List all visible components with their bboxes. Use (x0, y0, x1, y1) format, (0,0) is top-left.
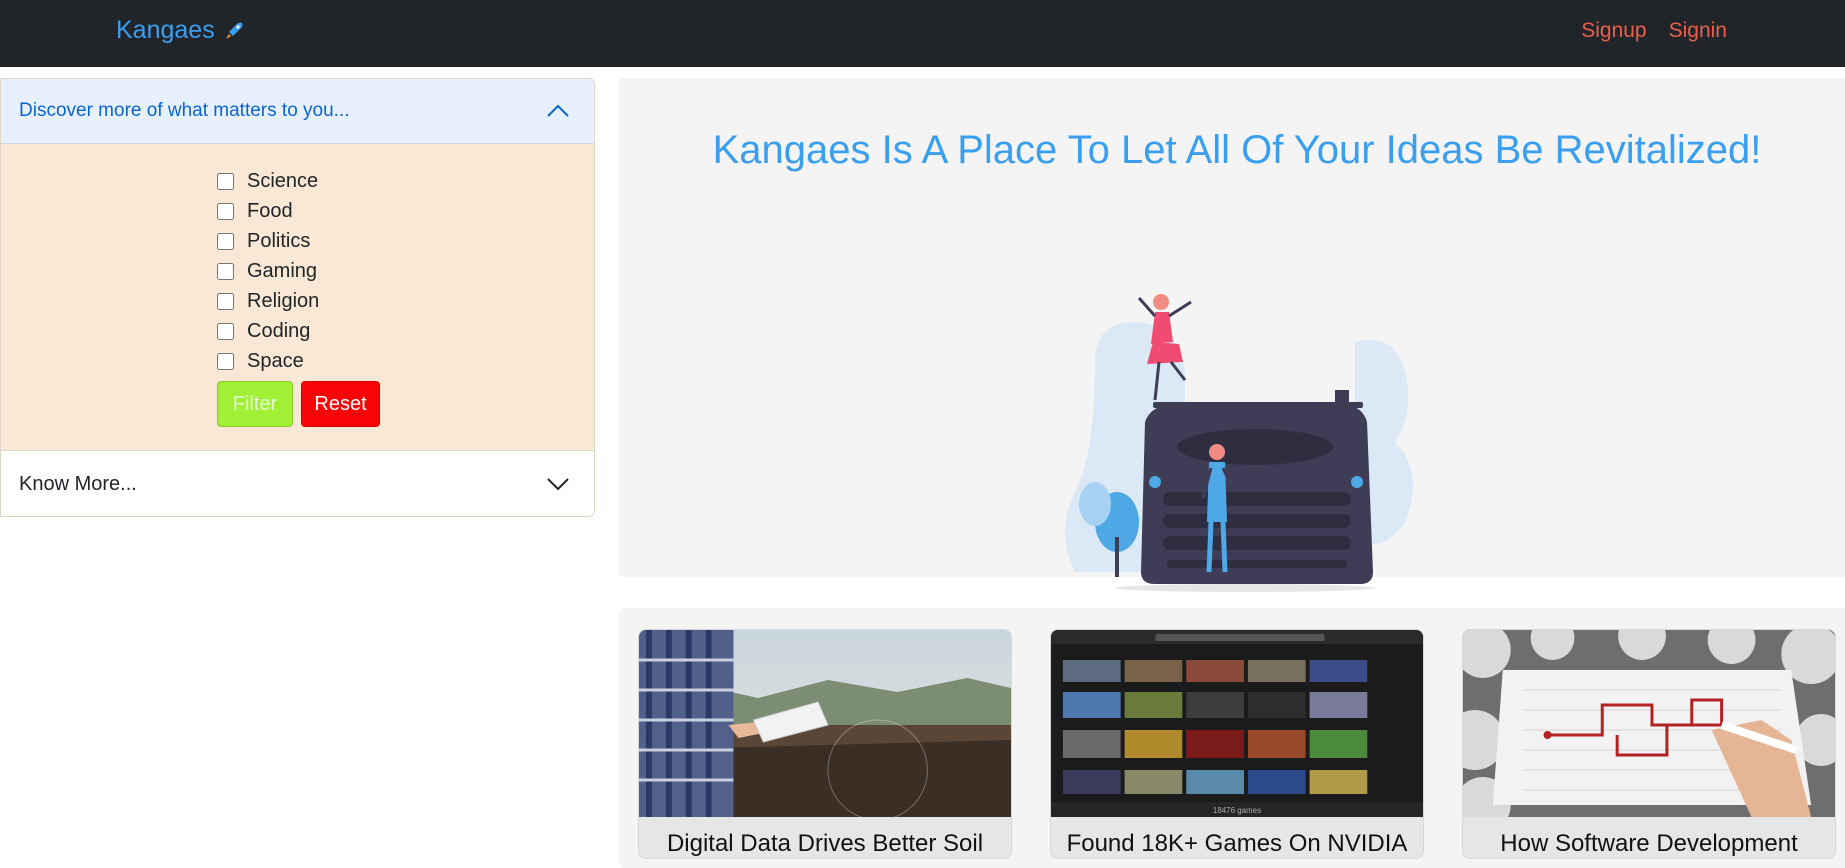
rocket-icon (225, 22, 243, 39)
article-card[interactable]: How Software Development (1462, 629, 1836, 859)
category-checkbox[interactable] (217, 262, 234, 280)
category-checkbox[interactable] (217, 292, 234, 310)
category-label: Coding (247, 319, 311, 342)
category-list: Science Food Politics Gaming Religion Co… (217, 166, 319, 376)
category-checkbox[interactable] (217, 322, 234, 340)
category-item-science[interactable]: Science (217, 166, 319, 196)
category-checkbox[interactable] (217, 172, 234, 190)
category-label: Politics (247, 229, 311, 252)
article-title: Found 18K+ Games On NVIDIA (1066, 830, 1408, 857)
article-image-maze (1463, 630, 1835, 833)
category-item-politics[interactable]: Politics (217, 226, 319, 256)
category-label: Science (247, 169, 319, 192)
hero-title: Kangaes Is A Place To Let All Of Your Id… (712, 128, 1762, 172)
know-more-title: Know More... (19, 472, 137, 495)
category-item-gaming[interactable]: Gaming (217, 256, 319, 286)
category-label: Gaming (247, 259, 318, 282)
games-count-caption: 18476 games (1213, 806, 1261, 815)
typewriter-illustration (1065, 294, 1413, 592)
signup-link[interactable]: Signup (1581, 19, 1646, 43)
discover-accordion-body: Science Food Politics Gaming Religion Co… (1, 144, 594, 451)
category-item-religion[interactable]: Religion (217, 286, 319, 316)
discover-accordion-header[interactable]: Discover more of what matters to you... (1, 79, 594, 144)
category-checkbox[interactable] (217, 232, 234, 250)
category-item-coding[interactable]: Coding (217, 316, 319, 346)
discover-title: Discover more of what matters to you... (19, 100, 350, 121)
category-item-food[interactable]: Food (217, 196, 319, 226)
article-title: Digital Data Drives Better Soil (666, 830, 984, 857)
navbar: Kangaes Signup Signin (0, 0, 1845, 67)
signin-link[interactable]: Signin (1669, 19, 1727, 43)
category-checkbox[interactable] (217, 352, 234, 370)
know-more-accordion-header[interactable]: Know More... (1, 451, 594, 516)
category-item-space[interactable]: Space (217, 346, 319, 376)
hero-section: Kangaes Is A Place To Let All Of Your Id… (619, 78, 1845, 592)
article-title: How Software Development (1500, 830, 1798, 857)
category-label: Religion (247, 289, 320, 312)
category-label: Space (247, 349, 304, 372)
reset-button[interactable]: Reset (301, 381, 380, 427)
article-cards: Digital Data Drives Better Soil 18476 ga… (619, 608, 1845, 868)
filter-accordion: Discover more of what matters to you... … (0, 78, 595, 517)
category-label: Food (247, 199, 293, 222)
brand-name: Kangaes (116, 16, 215, 44)
chevron-up-icon (547, 104, 569, 117)
article-image-farmer (639, 630, 1011, 821)
article-card[interactable]: Digital Data Drives Better Soil (638, 629, 1012, 859)
chevron-down-icon (547, 478, 569, 491)
filter-button[interactable]: Filter (217, 381, 293, 427)
article-image-games: 18476 games (1051, 630, 1423, 817)
brand-link[interactable]: Kangaes (116, 16, 245, 45)
category-checkbox[interactable] (217, 202, 234, 220)
article-card[interactable]: 18476 games Found 18K+ Games On NVIDIA (1050, 629, 1424, 859)
